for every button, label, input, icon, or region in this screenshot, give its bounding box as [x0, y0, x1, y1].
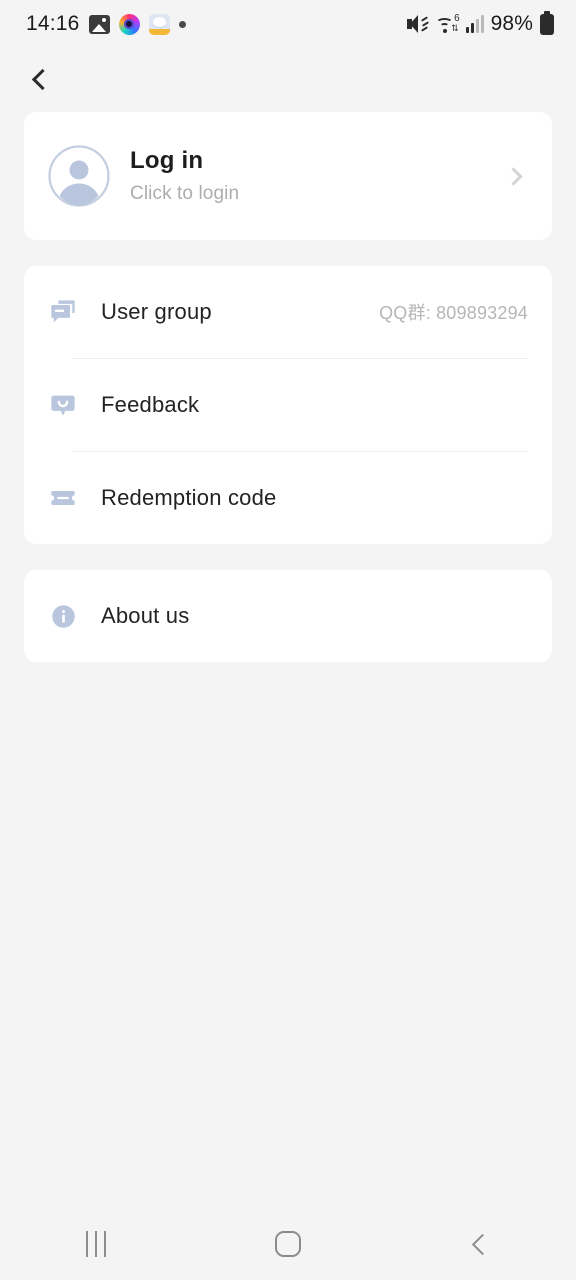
menu-item-label: User group	[101, 299, 212, 324]
status-bar: 14:16 6 ⇅ 98%	[0, 0, 576, 48]
menu-card: User group QQ群: 809893294 Feedback Redem…	[24, 266, 552, 544]
wifi-generation-label: 6	[454, 12, 460, 24]
battery-percent-label: 98%	[490, 12, 533, 35]
login-texts: Log in Click to login	[130, 147, 507, 205]
feedback-icon	[48, 390, 78, 420]
menu-item-label: About us	[101, 603, 190, 628]
battery-icon	[540, 10, 554, 35]
chevron-left-icon	[31, 68, 54, 90]
camera-ring-icon	[118, 13, 140, 35]
menu-item-feedback[interactable]: Feedback	[24, 359, 552, 451]
system-navigation-bar	[0, 1208, 576, 1280]
dot-icon	[178, 20, 186, 28]
login-row[interactable]: Log in Click to login	[24, 112, 552, 240]
status-bar-right: 6 ⇅ 98%	[406, 10, 554, 36]
menu-item-label: Feedback	[101, 392, 200, 417]
account-circle-icon	[48, 145, 110, 207]
info-circle-icon	[48, 601, 78, 631]
nav-home-button[interactable]	[240, 1214, 336, 1274]
signal-bars-icon	[465, 15, 484, 33]
login-title: Log in	[130, 147, 204, 175]
header-back-button[interactable]	[18, 57, 62, 101]
menu-item-label: Redemption code	[101, 485, 277, 510]
app-screen: 14:16 6 ⇅ 98% Log in Click to login User…	[0, 0, 576, 1280]
app-header	[0, 48, 576, 110]
menu-item-value: QQ群: 809893294	[379, 303, 528, 323]
about-card: About us	[24, 570, 552, 662]
photo-icon	[88, 14, 110, 34]
status-bar-left: 14:16	[26, 12, 186, 36]
menu-item-user-group[interactable]: User group QQ群: 809893294	[24, 266, 552, 358]
ticket-icon	[48, 483, 78, 513]
wifi-activity-arrows: ⇅	[451, 22, 459, 33]
recents-icon	[86, 1231, 106, 1257]
chevron-right-icon	[504, 166, 523, 186]
login-card: Log in Click to login	[24, 112, 552, 240]
volume-mute-icon	[406, 14, 429, 34]
menu-item-redemption-code[interactable]: Redemption code	[24, 452, 552, 544]
login-subtitle: Click to login	[130, 182, 240, 204]
nav-back-button[interactable]	[432, 1214, 528, 1274]
forum-icon	[48, 297, 78, 327]
menu-item-about-us[interactable]: About us	[24, 570, 552, 662]
app-badge-icon	[148, 13, 170, 35]
back-icon	[471, 1233, 494, 1255]
home-icon	[275, 1231, 301, 1257]
status-bar-clock: 14:16	[26, 12, 80, 35]
nav-recents-button[interactable]	[48, 1214, 144, 1274]
wifi-6-icon: 6 ⇅	[435, 12, 460, 35]
